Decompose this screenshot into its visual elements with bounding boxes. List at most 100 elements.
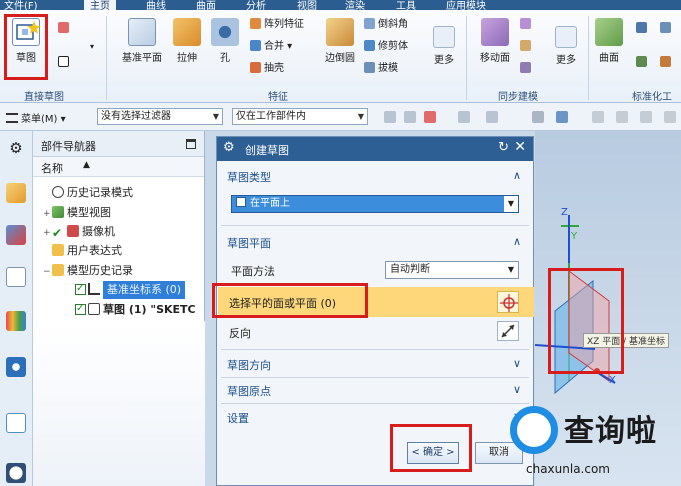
pattern-feature-button[interactable]: 阵列特征 (250, 18, 304, 32)
part-navigator-title: 部件导航器 (41, 140, 96, 153)
visibility-checkbox[interactable] (75, 300, 86, 318)
shading-icon[interactable] (532, 111, 544, 123)
section-header-label: 草图类型 (227, 171, 271, 184)
standard-tool-4-icon[interactable] (660, 56, 674, 70)
menu-tab-home[interactable]: 主页 (84, 0, 116, 10)
surface-button[interactable]: 曲面 (592, 18, 626, 64)
section-sketch-type[interactable]: 草图类型 ∧ (217, 169, 533, 185)
extrude-button[interactable]: 拉伸 (170, 18, 204, 64)
selection-filter-dropdown[interactable]: 没有选择过滤器 ▼ (97, 108, 223, 125)
box-select-icon[interactable] (486, 111, 498, 123)
standard-tool-1-icon[interactable] (636, 22, 650, 36)
chamfer-button[interactable]: 倒斜角 (364, 18, 408, 32)
chevron-down-icon: ∨ (512, 357, 521, 370)
menu-tab-curve[interactable]: 曲线 (146, 0, 166, 10)
tree-item-label: 摄像机 (82, 225, 115, 238)
arrow-icon[interactable] (458, 111, 470, 123)
menu-tab-analysis[interactable]: 分析 (246, 0, 266, 10)
checkmark-icon: ✔ (52, 226, 63, 240)
line-tool-2-icon[interactable] (640, 111, 652, 123)
menu-tab-file[interactable]: 文件(F) (4, 0, 38, 10)
draft-icon (364, 62, 375, 73)
standard-tool-2-icon[interactable] (660, 22, 674, 36)
collapse-icon[interactable]: − (43, 263, 52, 281)
unite-icon (250, 40, 261, 51)
pattern-feature-icon (250, 18, 261, 29)
tree-item-cameras[interactable]: +✔ 摄像机 (43, 223, 115, 241)
tree-item-model-history[interactable]: − 模型历史记录 (43, 262, 133, 280)
expand-icon[interactable]: + (43, 224, 52, 242)
section-sketch-orientation[interactable]: 草图方向 ∨ (217, 357, 533, 373)
sync-tool-3-icon[interactable] (520, 62, 534, 76)
view-cube-icon[interactable] (556, 111, 568, 123)
sketch-rectangle-icon[interactable] (58, 56, 72, 70)
chevron-up-icon: ∧ (512, 169, 521, 182)
sketch-type-dropdown[interactable]: 在平面上 ▼ (231, 195, 519, 213)
extrude-label: 拉伸 (177, 53, 197, 64)
shell-button[interactable]: 抽壳 (250, 62, 284, 76)
tree-item-model-views[interactable]: + 模型视图 (43, 204, 111, 222)
move-face-button[interactable]: 移动面 (474, 18, 516, 64)
visibility-checkbox[interactable] (75, 280, 86, 298)
snap-tool-icon[interactable] (592, 111, 604, 123)
part-navigator-icon[interactable] (6, 267, 26, 287)
trim-body-button[interactable]: 修剪体 (364, 40, 408, 54)
sync-tool-1-icon[interactable] (520, 18, 534, 32)
snap-point-icon[interactable] (384, 111, 396, 123)
history-icon[interactable] (6, 413, 26, 433)
selection-filter-value: 没有选择过滤器 (101, 111, 171, 122)
tree-item-history-mode[interactable]: 历史记录模式 (43, 184, 133, 202)
section-sketch-origin[interactable]: 草图原点 ∨ (217, 383, 533, 399)
select-intent-icon[interactable] (404, 111, 416, 123)
clock-icon[interactable] (6, 463, 26, 483)
tree-item-datum-csys[interactable]: 基准坐标系 (0) (75, 280, 185, 299)
tree-item-sketch[interactable]: 草图 (1) "SKETC (75, 300, 196, 319)
web-browser-icon[interactable] (6, 357, 26, 377)
reverse-direction-icon[interactable] (497, 321, 519, 341)
column-header-name[interactable]: 名称 ▲ (33, 157, 204, 177)
extrude-icon (173, 18, 201, 46)
sketch-more-dropdown-icon[interactable]: ▾ (90, 40, 94, 54)
datum-plane-button[interactable]: 基准平面 (116, 18, 168, 64)
reset-icon[interactable]: ↻ (498, 140, 509, 155)
section-settings[interactable]: 设置 ∨ (217, 410, 533, 426)
reuse-library-icon[interactable] (6, 311, 26, 331)
more-feature-button[interactable]: 更多 (428, 26, 460, 66)
line-tool-icon[interactable] (616, 111, 628, 123)
sync-tool-2-icon[interactable] (520, 40, 534, 54)
trim-body-icon (364, 40, 375, 51)
unite-button[interactable]: 合并 ▾ (250, 40, 292, 54)
crosshair-icon[interactable] (497, 291, 519, 313)
chamfer-label: 倒斜角 (378, 19, 408, 30)
main-menu-button[interactable]: 菜单(M) ▾ (6, 110, 66, 125)
draft-button[interactable]: 拔模 (364, 62, 398, 76)
assembly-navigator-icon[interactable] (6, 183, 26, 203)
point-snap-icon[interactable] (424, 111, 436, 123)
standard-tool-3-icon[interactable] (636, 56, 650, 70)
menu-tab-tools[interactable]: 工具 (396, 0, 416, 10)
menu-tab-view[interactable]: 视图 (297, 0, 317, 10)
menu-tab-render[interactable]: 渲染 (345, 0, 365, 10)
menu-tab-applications[interactable]: 应用模块 (446, 0, 486, 10)
edge-blend-label: 边倒圆 (325, 53, 355, 64)
maximize-icon[interactable] (186, 139, 196, 149)
sketch-curve-icon[interactable] (58, 22, 72, 36)
expand-icon[interactable]: + (43, 205, 52, 223)
more-sync-button[interactable]: 更多 (550, 26, 582, 66)
section-sketch-plane[interactable]: 草图平面 ∧ (217, 235, 533, 251)
selection-scope-dropdown[interactable]: 仅在工作部件内 ▼ (232, 108, 368, 125)
constraint-navigator-icon[interactable] (6, 225, 26, 245)
hole-button[interactable]: 孔 (208, 18, 242, 64)
ribbon-group-divider (466, 16, 467, 100)
trim-body-label: 修剪体 (378, 41, 408, 52)
main-menu-label: 菜单(M) (21, 114, 58, 125)
gear-icon[interactable]: ⚙ (223, 140, 235, 155)
gear-icon[interactable]: ⚙ (6, 139, 26, 159)
tree-item-user-expressions[interactable]: 用户表达式 (43, 242, 122, 260)
menu-tab-surface[interactable]: 曲面 (196, 0, 216, 10)
close-icon[interactable]: ✕ (514, 139, 526, 155)
edge-blend-button[interactable]: 边倒圆 (320, 18, 360, 64)
plane-method-dropdown[interactable]: 自动判断 ▼ (385, 261, 519, 279)
tree-item-label: 模型视图 (67, 206, 111, 219)
arc-tool-icon[interactable] (664, 111, 676, 123)
